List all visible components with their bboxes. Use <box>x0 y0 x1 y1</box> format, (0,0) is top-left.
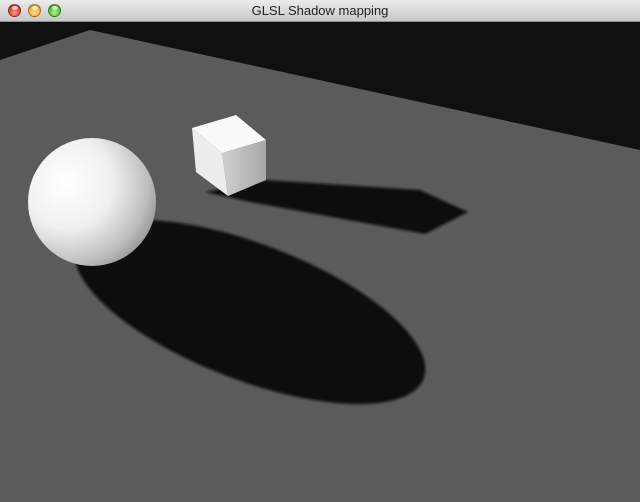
title-bar[interactable]: GLSL Shadow mapping <box>0 0 640 22</box>
app-window: GLSL Shadow mapping <box>0 0 640 502</box>
window-title: GLSL Shadow mapping <box>251 3 389 18</box>
scene-canvas <box>0 22 640 502</box>
render-viewport[interactable] <box>0 22 640 502</box>
sphere <box>28 138 156 266</box>
